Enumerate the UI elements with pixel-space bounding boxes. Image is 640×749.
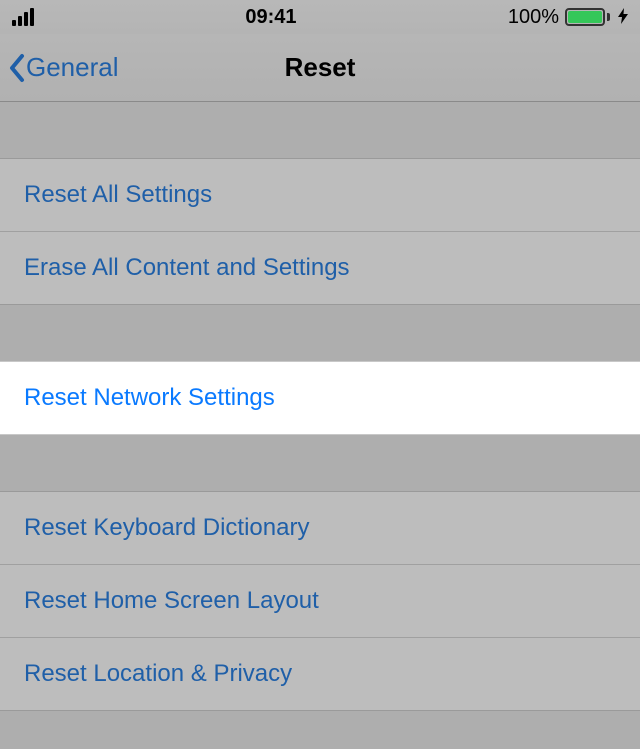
battery-percent: 100%	[508, 6, 559, 29]
reset-all-settings-row[interactable]: Reset All Settings	[0, 158, 640, 232]
reset-group-1: Reset All Settings Erase All Content and…	[0, 158, 640, 305]
row-label: Reset Home Screen Layout	[24, 587, 319, 614]
reset-location-privacy-row[interactable]: Reset Location & Privacy	[0, 638, 640, 711]
chevron-left-icon	[8, 53, 26, 83]
reset-group-2: Reset Network Settings	[0, 361, 640, 435]
section-gap	[0, 305, 640, 361]
reset-keyboard-dictionary-row[interactable]: Reset Keyboard Dictionary	[0, 491, 640, 565]
status-bar: 09:41 100%	[0, 0, 640, 34]
row-label: Erase All Content and Settings	[24, 254, 350, 281]
reset-home-screen-layout-row[interactable]: Reset Home Screen Layout	[0, 565, 640, 638]
cellular-signal-icon	[12, 8, 34, 26]
erase-all-content-row[interactable]: Erase All Content and Settings	[0, 232, 640, 305]
reset-network-settings-row[interactable]: Reset Network Settings	[0, 361, 640, 435]
row-label: Reset Keyboard Dictionary	[24, 514, 309, 541]
status-left	[12, 8, 34, 26]
section-gap	[0, 102, 640, 158]
row-label: Reset All Settings	[24, 181, 212, 208]
status-right: 100%	[508, 6, 628, 29]
row-label: Reset Network Settings	[24, 384, 275, 411]
reset-group-3: Reset Keyboard Dictionary Reset Home Scr…	[0, 491, 640, 711]
section-gap	[0, 435, 640, 491]
battery-icon	[565, 8, 610, 26]
back-button[interactable]: General	[0, 52, 119, 83]
row-label: Reset Location & Privacy	[24, 660, 292, 687]
nav-bar: General Reset	[0, 34, 640, 102]
page-title: Reset	[285, 52, 356, 83]
back-label: General	[26, 52, 119, 83]
status-time: 09:41	[245, 6, 296, 29]
charging-bolt-icon	[618, 8, 628, 27]
